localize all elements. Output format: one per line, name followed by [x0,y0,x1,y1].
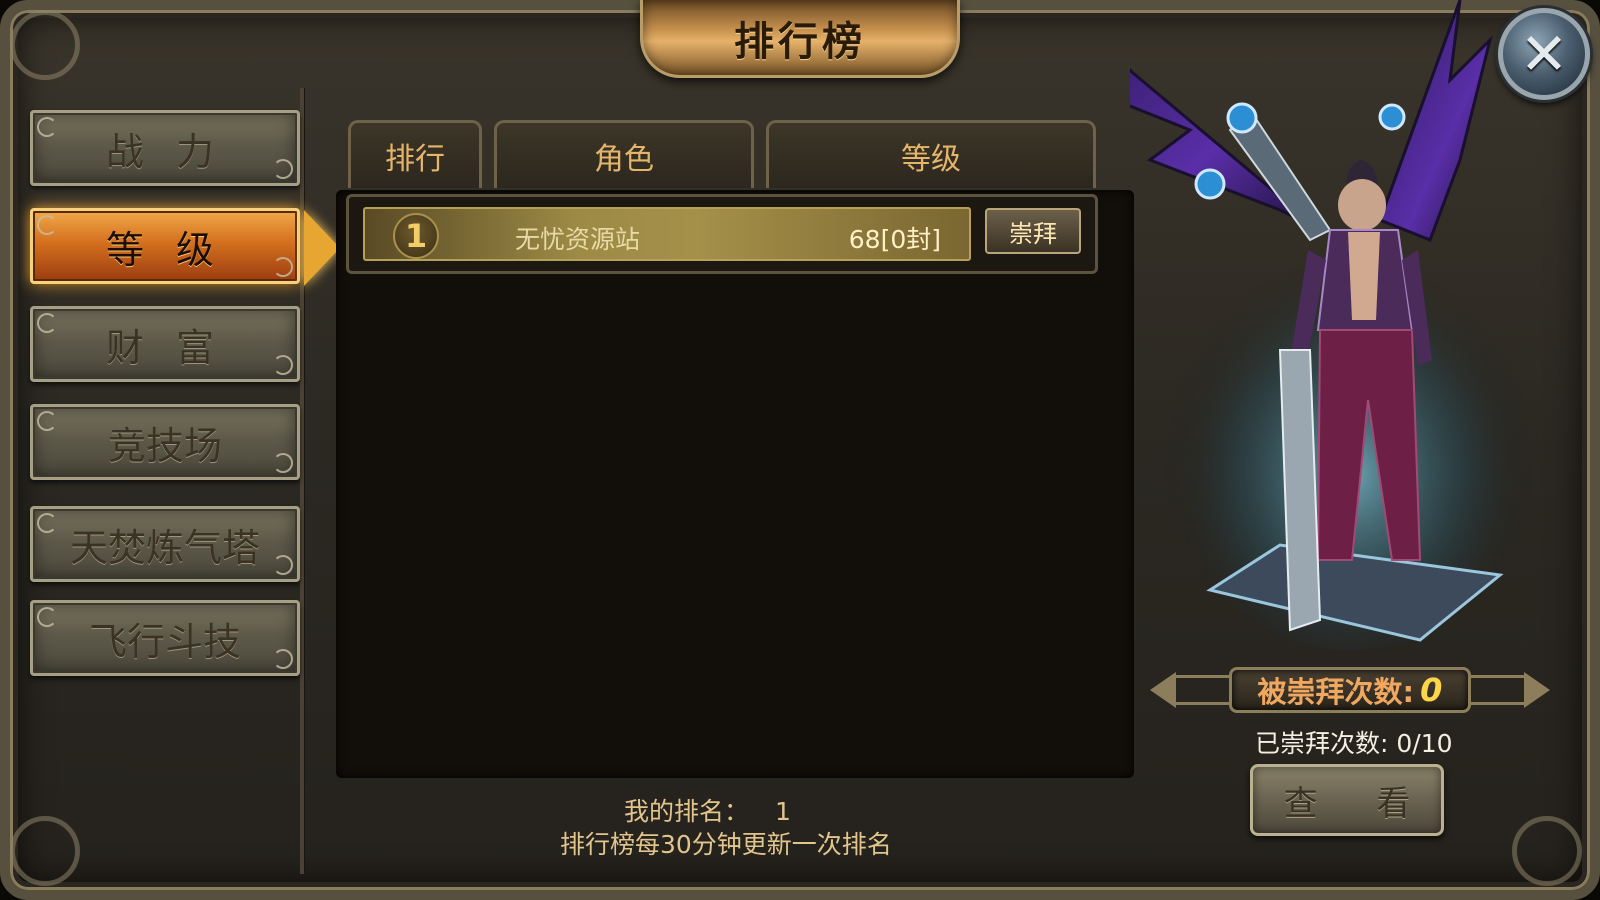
close-icon: ✕ [1519,20,1569,88]
right-arrow-ornament-icon [1523,672,1550,708]
worshipped-count: 已崇拜次数: 0/10 [1255,729,1453,758]
player-level: 68[0封] [848,225,941,254]
column-header-label: 排行 [385,141,445,177]
table-row[interactable]: 1 无忧资源站 68[0封] 崇拜 [346,194,1098,274]
my-rank-label: 我的排名： [624,797,750,826]
view-button[interactable]: 查 看 [1250,764,1444,836]
worship-count-center: 被崇拜次数: 0 [1228,667,1472,713]
plate-wing [1176,675,1229,705]
left-arrow-ornament-icon [1150,672,1176,708]
player-name: 无忧资源站 [515,225,641,254]
column-header-rank: 排行 [348,120,482,188]
ornament-icon [37,117,57,137]
ornament-icon [273,649,293,669]
plate-wing [1471,675,1524,705]
sidebar-item-label: 等 级 [105,227,225,272]
worship-received-value: 0 [1420,671,1443,709]
sidebar-item-power[interactable]: 战 力 [30,110,300,186]
active-indicator-arrow-icon [304,210,340,286]
view-button-label: 查 看 [1283,783,1435,824]
ornament-icon [37,607,57,627]
sidebar-item-flight[interactable]: 飞行斗技 [30,600,300,676]
column-header-role: 角色 [494,120,754,188]
sidebar-item-label: 战 力 [105,129,225,174]
title-plate: 排行榜 [640,0,960,78]
ornament-icon [273,159,293,179]
sidebar-divider [300,88,304,874]
rank-badge: 1 [393,213,439,259]
my-rank: 我的排名： 1 [624,792,791,828]
column-header-label: 等级 [901,141,961,177]
sidebar-item-label: 飞行斗技 [88,619,241,664]
corner-ornament [10,10,80,80]
ornament-icon [273,355,293,375]
column-header-level: 等级 [766,120,1096,188]
sidebar-item-label: 天焚炼气塔 [69,525,260,570]
ornament-icon [273,453,293,473]
worship-button-label: 崇拜 [1009,219,1057,248]
sidebar-item-level[interactable]: 等 级 [30,208,300,284]
close-button[interactable]: ✕ [1498,8,1590,100]
ornament-icon [37,215,57,235]
worship-count-plate: 被崇拜次数: 0 [1150,664,1550,716]
worship-button[interactable]: 崇拜 [985,208,1081,254]
ornament-icon [37,513,57,533]
page-title: 排行榜 [734,18,866,65]
ornament-icon [273,555,293,575]
sidebar-item-label: 财 富 [105,325,225,370]
hero-character-icon [1130,0,1530,650]
ornament-icon [37,313,57,333]
worship-received-label: 被崇拜次数: [1257,675,1415,709]
sidebar-item-tower[interactable]: 天焚炼气塔 [30,506,300,582]
ornament-icon [273,257,293,277]
hero-character-display [1130,0,1530,660]
update-note: 排行榜每30分钟更新一次排名 [560,830,892,859]
my-rank-value: 1 [774,797,791,826]
corner-ornament [1512,816,1582,886]
ranking-list-panel [336,190,1134,778]
sidebar-item-label: 竞技场 [107,423,222,468]
corner-ornament [10,816,80,886]
ornament-icon [37,411,57,431]
sidebar-item-arena[interactable]: 竞技场 [30,404,300,480]
table-row-highlight: 1 无忧资源站 68[0封] [363,207,971,261]
rank-number: 1 [404,217,428,255]
sidebar-item-wealth[interactable]: 财 富 [30,306,300,382]
column-header-label: 角色 [594,141,654,177]
